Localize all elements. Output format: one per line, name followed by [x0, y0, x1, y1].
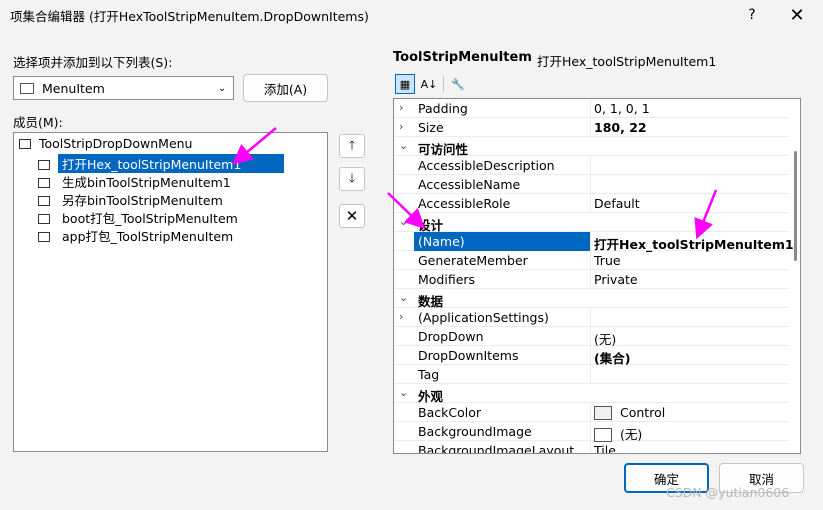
alphabetical-icon[interactable]: A↓: [419, 74, 439, 94]
tree-item[interactable]: 另存binToolStripMenuItem: [38, 190, 227, 208]
help-button[interactable]: ?: [734, 0, 770, 30]
menu-item-icon: [38, 196, 50, 206]
property-row[interactable]: BackgroundImageLayout Tile: [394, 441, 789, 453]
members-label: 成员(M):: [13, 115, 63, 130]
toolbar-separator: [443, 76, 444, 92]
arrow-up-icon: 🡑: [348, 137, 356, 152]
property-row[interactable]: Tag: [394, 365, 789, 384]
window-title: 项集合编辑器 (打开HexToolStripMenuItem.DropDownI…: [10, 9, 369, 24]
close-button[interactable]: ✕: [775, 0, 819, 30]
menu-item-icon: [38, 178, 50, 188]
tree-item[interactable]: 打开Hex_toolStripMenuItem1: [38, 154, 284, 173]
watermark: CSDN @yutian0606: [666, 485, 790, 500]
delete-button[interactable]: ✕: [339, 204, 365, 228]
property-row[interactable]: Modifiers Private: [394, 270, 789, 289]
category-row[interactable]: ⌄ 数据: [394, 289, 789, 309]
property-row[interactable]: DropDown (无): [394, 327, 789, 347]
property-row[interactable]: DropDownItems (集合): [394, 346, 789, 366]
menu-item-icon: [38, 232, 50, 242]
item-type-combobox[interactable]: MenuItem ⌄: [13, 76, 234, 100]
property-row[interactable]: BackgroundImage (无): [394, 422, 789, 442]
property-grid-scrollbar[interactable]: [794, 151, 797, 261]
dropdown-menu-icon: [19, 139, 31, 149]
add-button[interactable]: 添加(A): [243, 74, 328, 102]
title-bar: 项集合编辑器 (打开HexToolStripMenuItem.DropDownI…: [0, 0, 823, 30]
tree-root-item[interactable]: ToolStripDropDownMenu: [19, 136, 196, 154]
property-row[interactable]: › Padding 0, 1, 0, 1: [394, 99, 789, 118]
property-row[interactable]: GenerateMember True: [394, 251, 789, 270]
property-object-name: 打开Hex_toolStripMenuItem1: [537, 54, 717, 69]
category-row[interactable]: ⌄ 设计: [394, 213, 789, 233]
chevron-down-icon[interactable]: ⌄: [215, 79, 229, 97]
tree-item[interactable]: 生成binToolStripMenuItem1: [38, 172, 235, 190]
menu-item-icon: [38, 160, 50, 170]
category-row[interactable]: ⌄ 可访问性: [394, 137, 789, 157]
category-row[interactable]: ⌄ 外观: [394, 384, 789, 404]
image-swatch: [594, 428, 612, 442]
arrow-down-icon: 🡓: [348, 170, 356, 185]
property-type-name: ToolStripMenuItem: [393, 50, 532, 65]
property-row[interactable]: AccessibleRole Default: [394, 194, 789, 213]
property-grid[interactable]: › Padding 0, 1, 0, 1 › Size 180, 22 ⌄ 可访问性 Ac…: [393, 98, 801, 454]
tree-item[interactable]: boot打包_ToolStripMenuItem: [38, 208, 242, 226]
categorized-icon[interactable]: ▦: [395, 74, 415, 94]
tree-item[interactable]: app打包_ToolStripMenuItem: [38, 226, 237, 244]
property-row[interactable]: › (ApplicationSettings): [394, 308, 789, 327]
combobox-value: MenuItem: [42, 81, 105, 96]
property-row[interactable]: AccessibleName: [394, 175, 789, 194]
move-up-button[interactable]: 🡑: [339, 134, 365, 158]
menu-item-icon: [20, 83, 34, 94]
property-row-selected[interactable]: (Name) 打开Hex_toolStripMenuItem1: [394, 232, 794, 252]
property-row[interactable]: › Size 180, 22: [394, 118, 789, 137]
property-row[interactable]: AccessibleDescription: [394, 156, 789, 175]
delete-icon: ✕: [345, 207, 359, 225]
select-item-label: 选择项并添加到以下列表(S):: [13, 55, 173, 70]
property-row[interactable]: BackColor Control: [394, 403, 789, 422]
property-pages-icon[interactable]: 🔧: [448, 74, 468, 94]
color-swatch: [594, 406, 612, 420]
members-tree[interactable]: ToolStripDropDownMenu 打开Hex_toolStripMen…: [13, 132, 328, 452]
move-down-button[interactable]: 🡓: [339, 167, 365, 191]
menu-item-icon: [38, 214, 50, 224]
